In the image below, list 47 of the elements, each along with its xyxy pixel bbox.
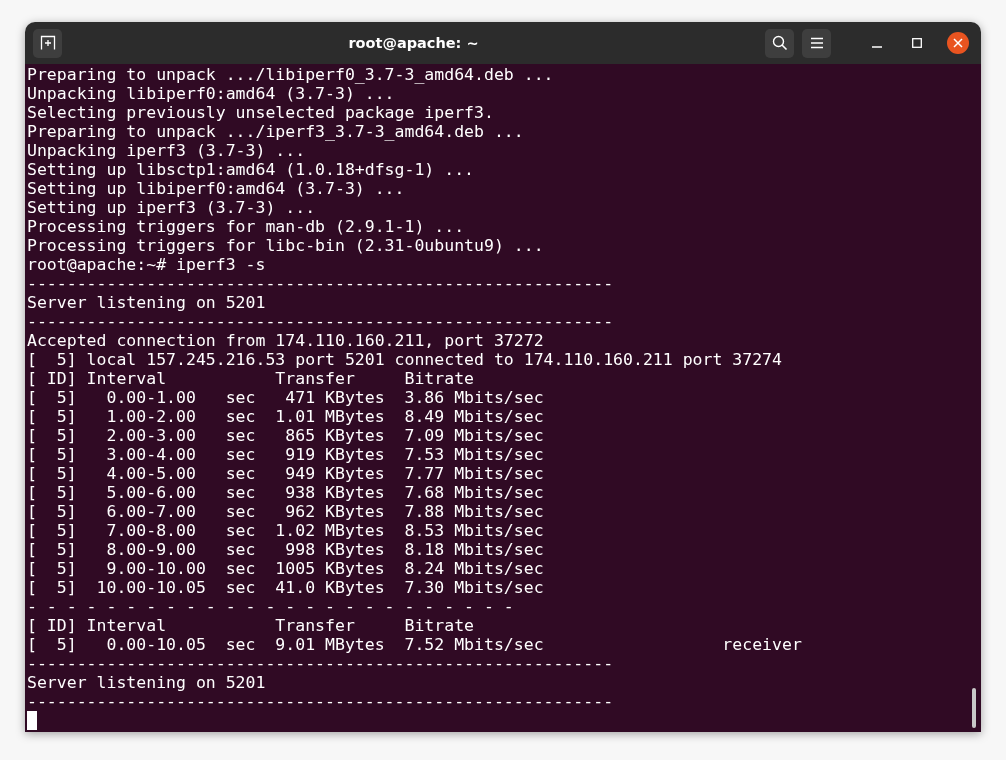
terminal-line: [ 5] 0.00-10.05 sec 9.01 MBytes 7.52 Mbits/sec receiver <box>27 635 803 654</box>
terminal-line: ----------------------------------------------------------- <box>27 692 615 711</box>
terminal-line: [ 5] 3.00-4.00 sec 919 KBytes 7.53 Mbits/sec <box>27 445 545 464</box>
close-button[interactable] <box>947 32 969 54</box>
terminal-line: ----------------------------------------------------------- <box>27 312 615 331</box>
menu-button[interactable] <box>802 28 831 58</box>
terminal-line: [ 5] 8.00-9.00 sec 998 KBytes 8.18 Mbits/sec <box>27 540 545 559</box>
search-icon <box>771 35 788 51</box>
terminal-line: ----------------------------------------------------------- <box>27 654 615 673</box>
terminal-line: [ 5] 1.00-2.00 sec 1.01 MBytes 8.49 Mbits/sec <box>27 407 545 426</box>
terminal-line: Unpacking libiperf0:amd64 (3.7-3) ... <box>27 84 396 103</box>
scrollbar-thumb[interactable] <box>972 688 976 728</box>
terminal-line: [ 5] local 157.245.216.53 port 5201 connected to 174.110.160.211 port 37274 <box>27 350 783 369</box>
terminal-line: Unpacking iperf3 (3.7-3) ... <box>27 141 307 160</box>
terminal-line: [ 5] 2.00-3.00 sec 865 KBytes 7.09 Mbits/sec <box>27 426 545 445</box>
new-tab-button[interactable] <box>33 28 62 58</box>
terminal-line: Processing triggers for man-db (2.9.1-1) ... <box>27 217 466 236</box>
minimize-icon <box>872 46 882 48</box>
terminal-line: [ 5] 0.00-1.00 sec 471 KBytes 3.86 Mbits/sec <box>27 388 545 407</box>
terminal-line: [ 5] 6.00-7.00 sec 962 KBytes 7.88 Mbits/sec <box>27 502 545 521</box>
terminal-line: [ 5] 5.00-6.00 sec 938 KBytes 7.68 Mbits/sec <box>27 483 545 502</box>
menu-icon <box>809 37 824 49</box>
search-button[interactable] <box>765 28 794 58</box>
terminal-line: [ 5] 10.00-10.05 sec 41.0 KBytes 7.30 Mbits/sec <box>27 578 545 597</box>
terminal-line: ----------------------------------------------------------- <box>27 274 615 293</box>
terminal-line: [ 5] 7.00-8.00 sec 1.02 MBytes 8.53 Mbits/sec <box>27 521 545 540</box>
terminal-line: [ 5] 4.00-5.00 sec 949 KBytes 7.77 Mbits/sec <box>27 464 545 483</box>
terminal-line: - - - - - - - - - - - - - - - - - - - - - - - - - <box>27 597 515 616</box>
maximize-icon <box>912 38 922 48</box>
terminal-line: Selecting previously unselected package iperf3. <box>27 103 495 122</box>
terminal-line: Server listening on 5201 <box>27 673 267 692</box>
text-cursor <box>27 711 37 730</box>
terminal-line: Setting up libiperf0:amd64 (3.7-3) ... <box>27 179 406 198</box>
terminal-line: Server listening on 5201 <box>27 293 267 312</box>
terminal-line: Setting up libsctp1:amd64 (1.0.18+dfsg-1) ... <box>27 160 476 179</box>
close-icon <box>953 38 963 48</box>
terminal-line: [ ID] Interval Transfer Bitrate <box>27 369 476 388</box>
terminal-line: Preparing to unpack .../iperf3_3.7-3_amd64.deb ... <box>27 122 525 141</box>
terminal-line: [ 5] 9.00-10.00 sec 1005 KBytes 8.24 Mbits/sec <box>27 559 545 578</box>
window-title: root@apache: ~ <box>347 35 480 51</box>
terminal-line: Setting up iperf3 (3.7-3) ... <box>27 198 317 217</box>
new-tab-icon <box>39 35 56 51</box>
terminal-line: Processing triggers for libc-bin (2.31-0ubuntu9) ... <box>27 236 545 255</box>
terminal-line: Preparing to unpack .../libiperf0_3.7-3_amd64.deb ... <box>27 65 555 84</box>
terminal-line: root@apache:~# iperf3 -s <box>27 255 267 274</box>
terminal-line: Accepted connection from 174.110.160.211, port 37272 <box>27 331 545 350</box>
terminal-line: [ ID] Interval Transfer Bitrate <box>27 616 476 635</box>
